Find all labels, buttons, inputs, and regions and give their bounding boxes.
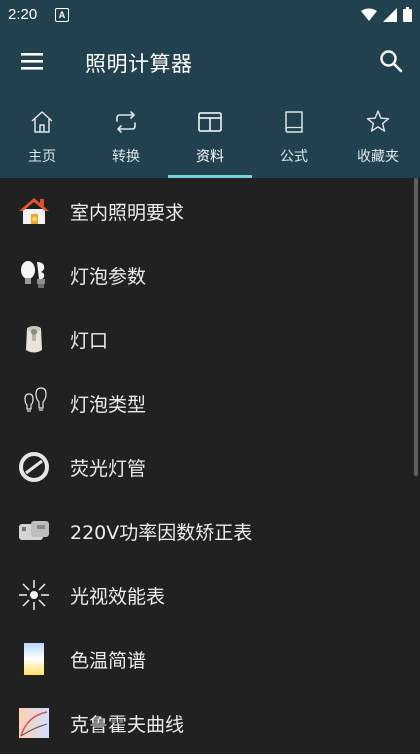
list-item-label: 灯泡类型 [70, 394, 147, 416]
star-icon [366, 110, 390, 132]
list-item-color-temperature[interactable]: 色温简谱 [0, 626, 420, 690]
tab-label: 主页 [28, 149, 56, 165]
repeat-icon [116, 111, 136, 133]
tab-favorites[interactable]: 收藏夹 [336, 94, 420, 178]
scrollbar[interactable] [414, 178, 418, 476]
capacitor-icon [19, 521, 49, 540]
tab-reference[interactable]: 资料 [168, 94, 252, 178]
lamp-socket-icon [26, 326, 42, 353]
list-item-label: 光视效能表 [70, 586, 166, 608]
list-item-indoor-lighting[interactable]: 室内照明要求 [0, 178, 420, 242]
tab-convert[interactable]: 转换 [84, 94, 168, 178]
hamburger-menu-icon[interactable] [20, 50, 46, 72]
book-icon [285, 111, 303, 133]
list-item-label: 220V功率因数矫正表 [70, 522, 253, 544]
tab-label: 收藏夹 [357, 149, 399, 165]
home-icon [31, 111, 53, 133]
list-item-power-factor-table[interactable]: 220V功率因数矫正表 [0, 498, 420, 562]
wifi-icon [361, 8, 377, 21]
search-icon[interactable] [378, 48, 404, 74]
tab-formula[interactable]: 公式 [252, 94, 336, 178]
status-icons [361, 7, 412, 22]
tab-home[interactable]: 主页 [0, 94, 84, 178]
list-item-kruithof-curve[interactable]: 克鲁霍夫曲线 [0, 690, 420, 754]
reference-list: 室内照明要求 灯泡参数 灯口 灯泡类型 荧光灯管 220V功率因数矫正表 光视效… [0, 178, 420, 754]
fluorescent-ring-icon [19, 452, 49, 482]
tab-label: 资料 [196, 149, 224, 165]
list-item-label: 色温简谱 [70, 650, 147, 672]
list-item-label: 克鲁霍夫曲线 [70, 714, 185, 736]
battery-icon [403, 7, 412, 22]
list-item-fluorescent-tube[interactable]: 荧光灯管 [0, 434, 420, 498]
notification-icon: A [55, 8, 69, 22]
house-icon [19, 198, 49, 224]
list-item-bulb-parameters[interactable]: 灯泡参数 [0, 242, 420, 306]
color-temperature-icon [24, 643, 44, 675]
app-bar: 照明计算器 [0, 30, 420, 94]
app-title: 照明计算器 [85, 52, 193, 76]
bulbs-icon [21, 261, 45, 288]
list-item-lamp-socket[interactable]: 灯口 [0, 306, 420, 370]
curve-chart-icon [19, 708, 49, 738]
list-item-label: 灯泡参数 [70, 266, 147, 288]
status-bar: 2:20 A [0, 0, 420, 30]
status-time: 2:20 [8, 6, 38, 23]
signal-icon [383, 7, 397, 22]
list-item-label: 灯口 [70, 330, 109, 352]
list-item-bulb-types[interactable]: 灯泡类型 [0, 370, 420, 434]
tab-label: 公式 [280, 149, 308, 165]
list-item-label: 荧光灯管 [70, 458, 147, 480]
sunburst-icon [19, 580, 49, 610]
panel-icon [198, 112, 222, 132]
tab-label: 转换 [112, 149, 140, 165]
list-item-luminous-efficacy[interactable]: 光视效能表 [0, 562, 420, 626]
bulb-outline-icon [24, 387, 47, 412]
tab-bar: 主页 转换 资料 公式 收藏夹 [0, 94, 420, 178]
list-item-label: 室内照明要求 [70, 202, 185, 224]
